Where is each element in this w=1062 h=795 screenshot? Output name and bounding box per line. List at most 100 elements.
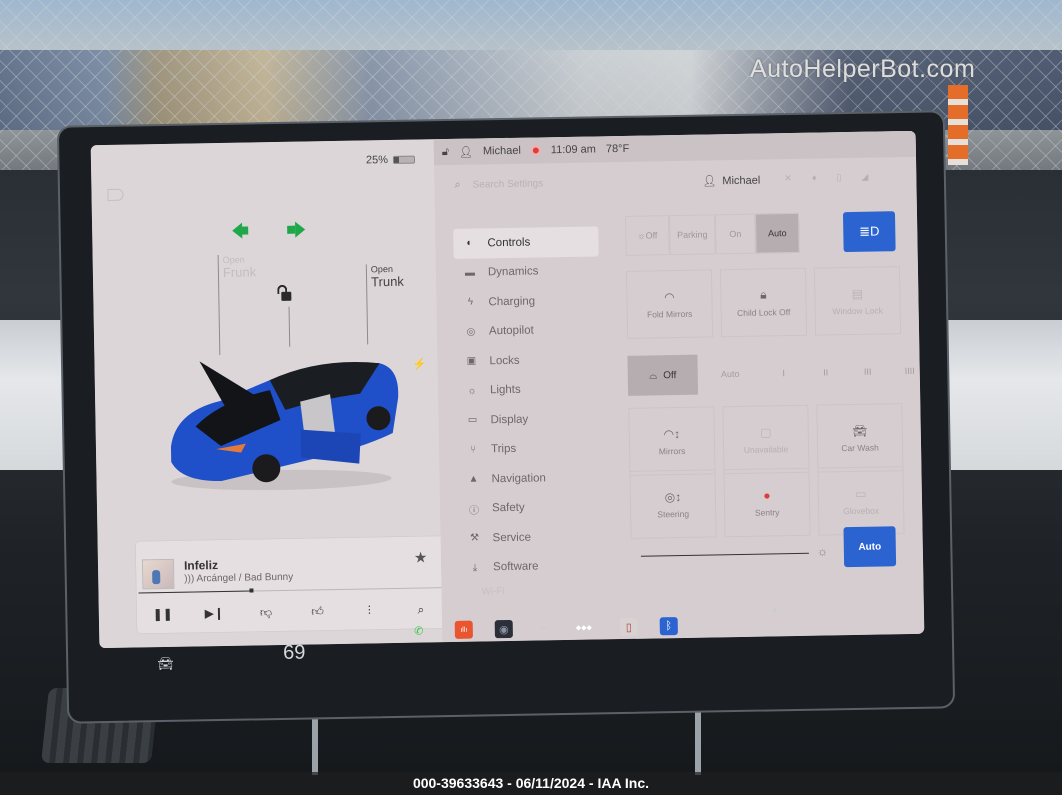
sidebar-item-autopilot[interactable]: ◎ Autopilot [455,315,600,347]
sidebar-item-charging[interactable]: ϟ Charging [454,285,599,317]
wiper-option-ii[interactable]: II [805,367,847,378]
settings-search[interactable]: ⌕ Search Settings [454,177,543,192]
sidebar-item-label: Locks [489,354,520,368]
tile-child-lock-off[interactable]: 🔒︎ Child Lock Off [719,267,808,338]
car-status-panel: 25% Open Frunk Open Trunk ⚡ Infeliz))) … [90,139,448,649]
sentry-mode-icon[interactable] [530,145,541,156]
car-icon[interactable]: 🚘︎ [157,656,174,672]
headlight-indicator-icon [107,188,124,201]
sidebar-item-dynamics[interactable]: ▬ Dynamics [454,256,599,288]
headlight-button[interactable]: ≣D [842,211,896,253]
window-lock-icon: ▤ [851,286,864,301]
user-icon: 👤︎ [702,175,717,188]
song-title: Infeliz [183,558,219,573]
status-temperature: 78°F [605,142,630,156]
headlight-option-parking[interactable]: Parking [668,214,716,256]
driver-temperature[interactable]: 69 [283,642,306,665]
sidebar-item-trips[interactable]: ⑂ Trips [457,433,602,465]
sidebar-item-navigation[interactable]: ▲ Navigation [457,462,602,494]
user-icon: 👤︎ [458,146,474,159]
wiper-option-iiii[interactable]: IIII [889,366,925,377]
sidebar-item-software[interactable]: ⤓ Software [459,551,604,583]
camera-icon[interactable]: ◉ [494,619,513,639]
tile-window-lock[interactable]: ▤ Window Lock [813,266,902,336]
headlight-mode-selector: ☼ Off Parking On Auto [624,212,800,256]
wiper-option-iii[interactable]: III [847,366,889,377]
tile-steering[interactable]: ◎↕ Steering [629,469,717,539]
brightness-slider[interactable] [640,552,809,557]
sidebar-item-safety[interactable]: ⓘ Safety [458,492,603,524]
download-icon: ▯ [836,172,842,183]
volume-icon[interactable]: 🔈︎ [772,602,779,617]
status-time: 11:09 am [550,143,597,157]
wiper-option-auto[interactable]: Auto [698,369,763,380]
charge-port-icon[interactable]: ⚡ [412,357,426,370]
favorite-star-icon[interactable]: ★ [414,548,428,566]
wiper-mode-selector: ⌓ Off Auto I II III IIII [627,351,924,396]
sidebar-item-label: Safety [491,501,525,515]
tile-label: Fold Mirrors [646,308,693,320]
artist-name: Arcángel / Bad Bunny [196,571,294,585]
sidebar-item-controls[interactable]: ◐ Controls [453,226,599,259]
trunk-pointer-line [365,264,369,345]
profile-button[interactable]: 👤︎ Michael [702,174,760,188]
tile-label: Car Wash [841,442,879,453]
tile-mirrors[interactable]: ◠↕ Mirrors [628,406,716,476]
trunk-button[interactable]: Open Trunk [370,263,404,290]
turn-signal-left-icon [232,222,243,239]
search-placeholder[interactable]: Search Settings [473,178,544,190]
profile-name: Michael [722,174,761,187]
frunk-label: Frunk [222,264,257,280]
wiper-option-off[interactable]: ⌓ Off [627,354,699,396]
tile-glovebox[interactable]: ▭ Glovebox [817,466,905,536]
sidebar-item-locks[interactable]: ▣ Locks [455,344,600,376]
sidebar-item-display[interactable]: ▭ Display [456,403,601,435]
headlight-option-on[interactable]: On [714,213,756,255]
sidebar-item-wi-fi[interactable]: Wi-Fi [459,584,604,598]
car-wash-icon: 🚘︎ [852,423,868,438]
sidebar-item-label: Service [492,531,532,545]
navigation-icon: ▲ [468,473,479,485]
tile-fold-mirrors[interactable]: ◠ Fold Mirrors [625,269,714,339]
phone-icon[interactable]: ✆ [410,621,428,639]
album-art[interactable] [141,558,175,590]
fold-mirrors-icon: ◠ [664,289,675,304]
software-icon: ⤓ [472,562,478,574]
headlight-option-auto[interactable]: Auto [754,212,800,254]
traffic-cone [948,85,968,165]
tile-car-wash[interactable]: 🚘︎ Car Wash [816,403,904,473]
tile-label: Unavailable [743,443,789,455]
status-user[interactable]: Michael [483,145,521,158]
trunk-action: Open [370,263,393,275]
sidebar-item-service[interactable]: ⚒ Service [458,521,603,553]
locks-icon: ▣ [466,355,477,367]
headlight-option-off[interactable]: ☼ Off [624,215,670,256]
tidal-icon[interactable]: ◆◆◆ [575,619,593,637]
brightness-auto-button[interactable]: Auto [843,526,897,568]
bluetooth-icon[interactable]: ᛒ [659,617,678,636]
unlock-icon[interactable] [281,291,292,301]
lights-icon: ☼ [467,385,477,397]
tile-sentry[interactable]: ● Sentry [723,467,811,538]
controls-tile-row-2: ◠↕ Mirrors ▢ Unavailable 🚘︎ Car Wash [628,403,904,476]
bluetooth-status-icon: ✕ [784,173,792,184]
tile-unavailable[interactable]: ▢ Unavailable [722,404,810,475]
voice-recorder-icon[interactable]: ıllı [454,620,473,639]
calendar-icon[interactable]: ▯ [619,617,638,637]
media-progress-bar[interactable] [138,587,445,594]
frunk-button[interactable]: Open Frunk [223,254,257,280]
battery-icon [392,155,416,164]
media-progress-knob[interactable] [249,588,254,593]
sidebar-item-lights[interactable]: ☼ Lights [456,374,601,406]
unavailable-icon: ▢ [759,424,772,440]
lock-status-icon[interactable]: 🔓︎ [442,145,449,158]
trunk-label: Trunk [370,273,404,290]
top-status-icons: ✕ ♦ ▯ ◢ [784,172,868,184]
more-apps-icon[interactable]: ••• [535,619,553,637]
steering-icon: ◎↕ [664,489,682,504]
battery-fill [393,156,400,163]
sidebar-item-label: Software [493,560,539,574]
signal-icon: ◢ [861,171,869,182]
sidebar-item-label: Dynamics [487,265,539,279]
wiper-option-i[interactable]: I [763,368,805,379]
